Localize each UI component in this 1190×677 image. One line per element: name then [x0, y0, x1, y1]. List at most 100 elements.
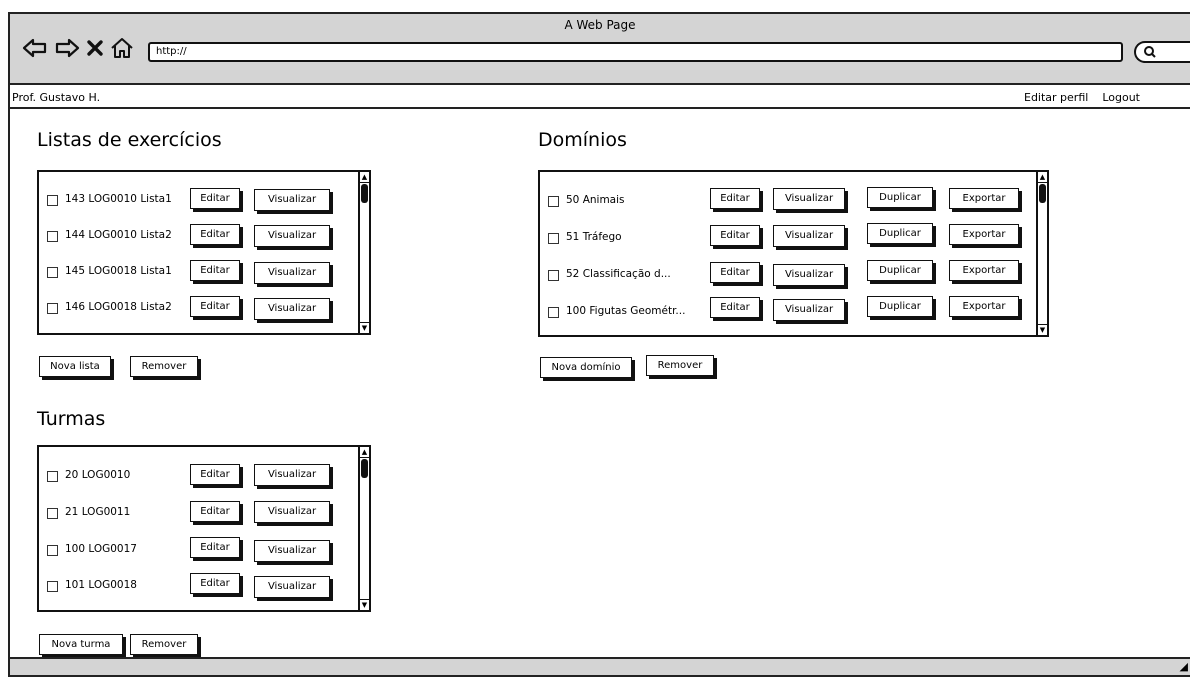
row-label: 144 LOG0010 Lista2	[65, 229, 172, 241]
edit-button[interactable]: Editar	[710, 262, 760, 283]
home-icon[interactable]	[110, 37, 134, 59]
logout-link[interactable]: Logout	[1102, 91, 1140, 104]
checkbox[interactable]	[548, 270, 559, 281]
row-label: 146 LOG0018 Lista2	[65, 301, 172, 313]
remove-class-button[interactable]: Remover	[130, 634, 198, 655]
row-label: 52 Classificação d...	[566, 268, 671, 280]
view-button[interactable]: Visualizar	[773, 264, 845, 286]
scroll-up-icon[interactable]: ▲	[360, 447, 369, 458]
edit-button[interactable]: Editar	[190, 260, 240, 281]
scroll-thumb[interactable]	[361, 184, 368, 203]
search-field[interactable]	[1134, 41, 1190, 63]
edit-button[interactable]: Editar	[190, 296, 240, 317]
edit-button[interactable]: Editar	[710, 225, 760, 246]
row-label: 145 LOG0018 Lista1	[65, 265, 172, 277]
scroll-down-icon[interactable]: ▼	[1038, 324, 1047, 335]
list-item: 146 LOG0018 Lista2 Editar Visualizar	[39, 295, 369, 321]
duplicate-button[interactable]: Duplicar	[867, 296, 933, 317]
duplicate-button[interactable]: Duplicar	[867, 187, 933, 208]
edit-button[interactable]: Editar	[190, 501, 240, 522]
edit-button[interactable]: Editar	[190, 573, 240, 594]
checkbox[interactable]	[47, 267, 58, 278]
remove-domain-button[interactable]: Remover	[646, 355, 714, 376]
resize-handle-icon[interactable]: ◢	[1180, 660, 1188, 673]
view-button[interactable]: Visualizar	[254, 189, 330, 211]
row-label: 20 LOG0010	[65, 469, 131, 481]
new-list-button[interactable]: Nova lista	[39, 356, 111, 377]
nav-buttons	[22, 37, 134, 59]
status-bar: ◢	[10, 657, 1190, 675]
scroll-down-icon[interactable]: ▼	[360, 599, 369, 610]
view-button[interactable]: Visualizar	[254, 576, 330, 598]
scrollbar[interactable]: ▲ ▼	[1036, 172, 1047, 335]
scrollbar[interactable]: ▲ ▼	[358, 172, 369, 333]
listas-title: Listas de exercícios	[37, 129, 222, 151]
row-label: 100 LOG0017	[65, 543, 137, 555]
back-icon[interactable]	[22, 37, 48, 59]
edit-button[interactable]: Editar	[190, 224, 240, 245]
export-button[interactable]: Exportar	[949, 188, 1019, 209]
edit-button[interactable]: Editar	[190, 537, 240, 558]
list-item: 145 LOG0018 Lista1 Editar Visualizar	[39, 259, 369, 285]
scroll-down-icon[interactable]: ▼	[360, 322, 369, 333]
new-domain-button[interactable]: Nova domínio	[540, 357, 632, 378]
view-button[interactable]: Visualizar	[254, 464, 330, 486]
scroll-up-icon[interactable]: ▲	[360, 172, 369, 183]
view-button[interactable]: Visualizar	[773, 225, 845, 247]
turmas-panel: 20 LOG0010 Editar Visualizar 21 LOG0011 …	[37, 445, 371, 612]
list-item: 100 LOG0017 Editar Visualizar	[39, 537, 369, 563]
forward-icon[interactable]	[54, 37, 80, 59]
view-button[interactable]: Visualizar	[254, 262, 330, 284]
edit-button[interactable]: Editar	[190, 188, 240, 209]
checkbox[interactable]	[548, 233, 559, 244]
edit-button[interactable]: Editar	[710, 297, 760, 318]
export-button[interactable]: Exportar	[949, 296, 1019, 317]
window-title: A Web Page	[564, 18, 636, 32]
top-bar: Prof. Gustavo H. Editar perfil Logout	[10, 87, 1190, 109]
search-icon	[1143, 45, 1157, 62]
checkbox[interactable]	[548, 196, 559, 207]
list-item: 51 Tráfego Editar Visualizar Duplicar Ex…	[540, 223, 1047, 251]
view-button[interactable]: Visualizar	[254, 501, 330, 523]
row-label: 50 Animais	[566, 194, 625, 206]
checkbox[interactable]	[47, 581, 58, 592]
view-button[interactable]: Visualizar	[254, 540, 330, 562]
scroll-thumb[interactable]	[1039, 184, 1046, 203]
url-bar[interactable]: http://	[148, 42, 1123, 62]
new-class-button[interactable]: Nova turma	[39, 634, 123, 655]
user-name: Prof. Gustavo H.	[12, 91, 101, 104]
export-button[interactable]: Exportar	[949, 224, 1019, 245]
checkbox[interactable]	[47, 545, 58, 556]
edit-profile-link[interactable]: Editar perfil	[1024, 91, 1088, 104]
scrollbar[interactable]: ▲ ▼	[358, 447, 369, 610]
view-button[interactable]: Visualizar	[773, 299, 845, 321]
remove-list-button[interactable]: Remover	[130, 356, 198, 377]
edit-button[interactable]: Editar	[710, 188, 760, 209]
checkbox[interactable]	[47, 195, 58, 206]
list-item: 101 LOG0018 Editar Visualizar	[39, 573, 369, 599]
edit-button[interactable]: Editar	[190, 464, 240, 485]
export-button[interactable]: Exportar	[949, 260, 1019, 281]
scroll-thumb[interactable]	[361, 459, 368, 478]
row-label: 101 LOG0018	[65, 579, 137, 591]
dominios-panel: 50 Animais Editar Visualizar Duplicar Ex…	[538, 170, 1049, 337]
scroll-up-icon[interactable]: ▲	[1038, 172, 1047, 183]
browser-window: A Web Page http:// Prof. Gustavo H. Edit…	[8, 12, 1190, 677]
duplicate-button[interactable]: Duplicar	[867, 223, 933, 244]
list-item: 100 Figutas Geométr... Editar Visualizar…	[540, 296, 1047, 325]
checkbox[interactable]	[548, 307, 559, 318]
checkbox[interactable]	[47, 471, 58, 482]
duplicate-button[interactable]: Duplicar	[867, 260, 933, 281]
view-button[interactable]: Visualizar	[254, 298, 330, 320]
list-item: 144 LOG0010 Lista2 Editar Visualizar	[39, 223, 369, 249]
checkbox[interactable]	[47, 508, 58, 519]
checkbox[interactable]	[47, 231, 58, 242]
checkbox[interactable]	[47, 303, 58, 314]
view-button[interactable]: Visualizar	[773, 188, 845, 210]
browser-chrome: A Web Page http://	[10, 14, 1190, 85]
dominios-title: Domínios	[538, 129, 627, 151]
list-item: 52 Classificação d... Editar Visualizar …	[540, 260, 1047, 288]
view-button[interactable]: Visualizar	[254, 225, 330, 247]
listas-panel: 143 LOG0010 Lista1 Editar Visualizar 144…	[37, 170, 371, 335]
close-icon[interactable]	[86, 39, 104, 57]
